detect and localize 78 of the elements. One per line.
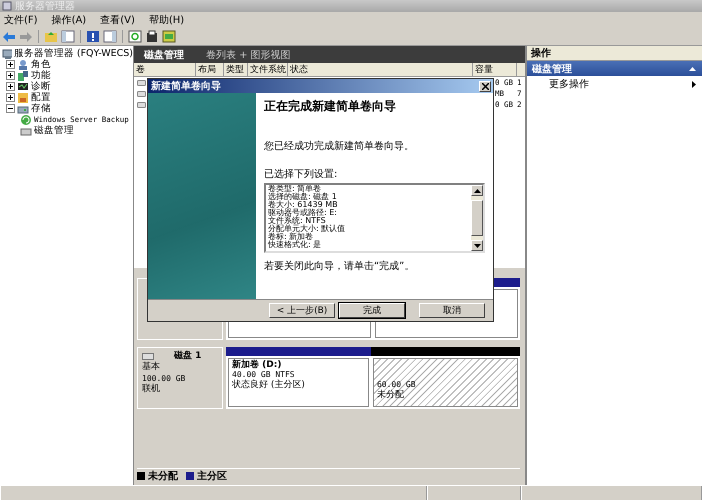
- pane-icon[interactable]: [103, 30, 117, 43]
- scrollbar[interactable]: [471, 185, 483, 251]
- action-item[interactable]: 更多操作: [527, 76, 702, 92]
- pane-icon[interactable]: [61, 30, 75, 43]
- partition-status: 状态良好 (主分区): [232, 380, 306, 390]
- window-title: 服务器管理器: [15, 0, 75, 13]
- server-icon: [2, 48, 12, 60]
- column-header[interactable]: 状态: [288, 63, 473, 76]
- config-icon: [17, 92, 29, 104]
- actions-section[interactable]: 磁盘管理: [527, 61, 702, 76]
- disk-status: 联机: [142, 384, 161, 395]
- settings-label: 已选择下列设置:: [264, 168, 338, 181]
- setting-line: 卷大小: 61439 MB: [268, 201, 339, 209]
- disk-size: 100.00 GB: [142, 373, 186, 384]
- tree-item[interactable]: 存储: [31, 102, 51, 115]
- tree-item[interactable]: 服务器管理器 (FQY-WECS): [14, 47, 133, 60]
- legend-label: 主分区: [197, 469, 227, 483]
- setting-line: 分配单元大小: 默认值: [268, 225, 346, 233]
- partition-name: 新加卷 (D:): [232, 360, 282, 370]
- roles-icon: [17, 58, 29, 70]
- expand-toggle[interactable]: [6, 60, 15, 69]
- menu-item[interactable]: 查看(V): [100, 13, 135, 27]
- tree-item[interactable]: 诊断: [31, 80, 51, 93]
- setting-line: 选择的磁盘: 磁盘 1: [268, 193, 338, 201]
- setting-line: 文件系统: NTFS: [268, 217, 326, 225]
- menu-item[interactable]: 操作(A): [52, 13, 86, 27]
- expand-toggle[interactable]: [6, 71, 15, 80]
- disk-name: 磁盘 1: [174, 351, 202, 362]
- back-icon[interactable]: [2, 30, 16, 42]
- expand-toggle[interactable]: [6, 93, 15, 102]
- scroll-up-icon[interactable]: [474, 188, 480, 192]
- properties-icon[interactable]: [145, 30, 159, 43]
- tree-item[interactable]: 角色: [31, 58, 51, 71]
- column-header[interactable]: 卷: [134, 63, 196, 76]
- monitor-icon: [17, 80, 29, 92]
- console-icon[interactable]: [162, 30, 176, 43]
- partition-block[interactable]: 新加卷 (D:) 40.00 GB NTFS 状态良好 (主分区): [228, 358, 369, 407]
- actions-header: 操作: [527, 46, 702, 61]
- column-header[interactable]: 文件系统: [248, 63, 288, 76]
- intro-text: 您已经成功完成新建简单卷向导。: [264, 140, 415, 153]
- help-icon[interactable]: [86, 30, 100, 43]
- partition-status: 未分配: [376, 390, 405, 400]
- setting-line: 卷标: 新加卷: [268, 233, 314, 241]
- wizard-heading: 正在完成新建简单卷向导: [264, 98, 397, 115]
- closing-text: 若要关闭此向导，请单击“完成”。: [264, 260, 416, 273]
- section-title: 磁盘管理: [532, 62, 572, 76]
- setting-line: 驱动器号或路径: E:: [268, 209, 338, 217]
- tree-item[interactable]: 磁盘管理: [34, 124, 74, 137]
- expand-toggle[interactable]: [6, 82, 15, 91]
- dialog-button[interactable]: 完成: [339, 303, 405, 318]
- menu-item[interactable]: 帮助(H): [148, 13, 184, 27]
- pane-title: 磁盘管理: [144, 48, 184, 62]
- backup-icon: [20, 114, 32, 126]
- collapse-icon[interactable]: [689, 66, 696, 70]
- close-icon: [482, 82, 488, 90]
- collapse-toggle[interactable]: [6, 104, 15, 113]
- features-icon: [17, 70, 29, 82]
- legend-label: 未分配: [148, 470, 178, 483]
- dialog-button[interactable]: 取消: [419, 303, 485, 318]
- column-header[interactable]: 容量: [473, 63, 517, 76]
- partition-detail: 60.00 GB: [376, 380, 417, 390]
- tree-item[interactable]: 配置: [31, 91, 51, 104]
- disk-type: 基本: [142, 362, 161, 373]
- setting-line: 快速格式化: 是: [268, 241, 322, 249]
- menu-item[interactable]: 文件(F): [4, 13, 38, 27]
- refresh-icon[interactable]: [128, 30, 142, 43]
- close-button[interactable]: [479, 80, 491, 92]
- submenu-arrow-icon: [692, 80, 696, 88]
- scroll-down-icon[interactable]: [474, 244, 480, 248]
- dialog-title: 新建简单卷向导: [151, 79, 221, 93]
- column-header[interactable]: 布局: [196, 63, 224, 76]
- dialog-button[interactable]: < 上一步(B): [269, 303, 335, 318]
- partition-block[interactable]: 60.00 GB 未分配: [372, 358, 518, 407]
- view-label: 卷列表 + 图形视图: [206, 48, 291, 62]
- partition-detail: 40.00 GB NTFS: [232, 370, 296, 380]
- app-icon: [2, 1, 12, 11]
- column-header[interactable]: 类型: [224, 63, 248, 76]
- tree-item[interactable]: 功能: [31, 69, 51, 82]
